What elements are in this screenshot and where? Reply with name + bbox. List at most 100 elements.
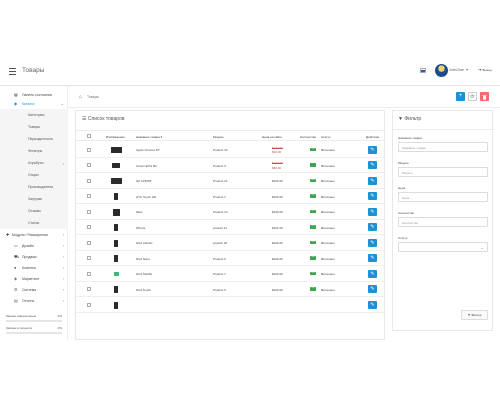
sidebar-item-reports[interactable]: ▤ Отчеты › xyxy=(0,296,68,305)
table-row: iPod Nano Product 9 $100.00 994 Включено ✎ xyxy=(76,251,386,266)
sidebar-subitem-label: Производители xyxy=(28,185,54,189)
sidebar-subitem-label: Периодичность xyxy=(28,137,54,141)
column-name[interactable]: Название товара ▾ xyxy=(136,135,162,139)
user-name[interactable]: John Doe xyxy=(449,68,464,72)
progress-bar xyxy=(6,332,62,334)
filter-status-select[interactable]: ⌄ xyxy=(398,242,488,252)
breadcrumb-item[interactable]: Товары xyxy=(87,95,99,99)
product-list-panel: ☰ Список товаров Изображение Название то… xyxy=(75,110,386,340)
product-name: iPod Touch xyxy=(136,287,151,292)
row-checkbox[interactable] xyxy=(87,287,91,291)
product-price: $100.00 xyxy=(272,194,283,199)
row-checkbox[interactable] xyxy=(87,147,91,152)
stat-percent: 0% xyxy=(57,314,62,318)
pencil-icon: ✎ xyxy=(370,239,375,246)
column-quantity[interactable]: Количество xyxy=(300,135,316,139)
filter-model-input[interactable]: Модель xyxy=(398,167,488,177)
sidebar-subitem-recurring[interactable]: Периодичность xyxy=(0,133,68,145)
sidebar-subitem-downloads[interactable]: Загрузки xyxy=(0,193,68,205)
sidebar-subitem-filters[interactable]: Фильтры xyxy=(0,145,68,157)
stat-orders-complete: Заказы завершенные 0% xyxy=(6,314,62,322)
chevron-down-icon[interactable]: ▾ xyxy=(466,67,468,72)
row-checkbox[interactable] xyxy=(87,302,91,307)
edit-button[interactable]: ✎ xyxy=(368,207,377,216)
quantity-badge: 990 xyxy=(310,147,316,151)
pencil-icon: ✎ xyxy=(370,146,375,153)
avatar[interactable] xyxy=(435,64,448,77)
sidebar-subitem-options[interactable]: Опции xyxy=(0,169,68,181)
table-row: iPod Classic product 20 $100.00 995 Включено… xyxy=(76,235,386,251)
table-row: HTC Touch HD Product 1 $100.00 939 Включено ✎ xyxy=(76,189,386,204)
product-thumbnail xyxy=(110,145,122,155)
pencil-icon: ✎ xyxy=(370,270,375,277)
row-checkbox[interactable] xyxy=(87,194,91,198)
filter-icon: ▼ xyxy=(398,116,403,122)
sidebar-item-marketing[interactable]: ◈ Маркетинг › xyxy=(0,274,68,283)
table-row: iPhone product 11 $101.00 970 Включено ✎ xyxy=(76,220,386,235)
row-checkbox[interactable] xyxy=(87,163,91,167)
product-thumbnail xyxy=(110,285,122,295)
filter-label-name: Название товара xyxy=(398,136,422,140)
edit-button[interactable]: ✎ xyxy=(368,285,377,293)
product-status: Включено xyxy=(321,241,335,245)
sidebar-subitem-attributes[interactable]: Атрибуты › xyxy=(0,157,68,169)
sidebar-subitem-label: Опции xyxy=(28,173,39,177)
edit-button[interactable]: ✎ xyxy=(368,300,377,309)
select-all-checkbox[interactable] xyxy=(87,134,91,138)
sidebar-subitem-products[interactable]: Товары xyxy=(0,121,68,133)
product-model: Product 3 xyxy=(213,163,226,168)
sidebar-item-customers[interactable]: ● Клиенты › xyxy=(0,263,68,272)
product-status: Включено xyxy=(321,256,335,261)
edit-button[interactable]: ✎ xyxy=(368,176,377,185)
add-product-button[interactable]: + xyxy=(456,92,465,101)
pencil-icon: ✎ xyxy=(370,193,375,199)
sidebar-item-sales[interactable]: ⛟ Продажи › xyxy=(0,252,68,261)
edit-button[interactable]: ✎ xyxy=(368,269,377,278)
pencil-icon: ✎ xyxy=(370,224,375,230)
column-model[interactable]: Модель xyxy=(213,135,224,139)
edit-button[interactable]: ✎ xyxy=(368,161,377,169)
edit-button[interactable]: ✎ xyxy=(368,223,377,231)
edit-button[interactable]: ✎ xyxy=(368,145,377,154)
chevron-right-icon: › xyxy=(62,160,64,166)
column-status[interactable]: Статус xyxy=(321,135,330,139)
row-checkbox[interactable] xyxy=(87,256,91,260)
row-checkbox[interactable] xyxy=(87,240,91,245)
chevron-right-icon: › xyxy=(62,298,64,303)
product-status: Включено xyxy=(321,272,335,276)
home-icon[interactable]: ⌂ xyxy=(79,94,82,100)
row-checkbox[interactable] xyxy=(87,271,91,276)
product-thumbnail xyxy=(110,238,122,248)
sidebar-item-extensions[interactable]: ✚ Модули / Расширения › xyxy=(0,230,68,239)
filter-button-label: Фильтр xyxy=(471,313,482,317)
sidebar-item-system[interactable]: ⚙ Система › xyxy=(0,285,68,294)
refresh-button[interactable]: ⟳ xyxy=(468,92,477,101)
menu-toggle-icon[interactable] xyxy=(9,68,16,75)
sidebar-subitem-categories[interactable]: Категории xyxy=(0,109,68,121)
edit-button[interactable]: ✎ xyxy=(368,192,377,200)
sidebar-item-dashboard[interactable]: ▦ Панель состояния xyxy=(0,90,68,99)
filter-quantity-input[interactable]: Количество xyxy=(398,217,488,227)
row-checkbox[interactable] xyxy=(87,209,91,214)
filter-name-input[interactable]: Название товара xyxy=(398,142,488,152)
sidebar-item-design[interactable]: ▭ Дизайн › xyxy=(0,241,68,250)
row-checkbox[interactable] xyxy=(87,178,91,183)
row-checkbox[interactable] xyxy=(87,225,91,229)
stat-percent: 0% xyxy=(57,326,62,330)
list-icon: ☰ xyxy=(82,116,87,122)
filter-price-input[interactable]: Цена xyxy=(398,192,488,202)
edit-button[interactable]: ✎ xyxy=(368,254,377,262)
language-flag-icon[interactable] xyxy=(420,68,426,73)
product-thumbnail xyxy=(110,300,122,310)
sidebar-subitem-articles[interactable]: Статьи xyxy=(0,217,68,229)
logout-link[interactable]: ⇥ Выход xyxy=(478,67,491,72)
edit-button[interactable]: ✎ xyxy=(368,238,377,247)
product-thumbnail xyxy=(110,161,122,171)
sidebar-item-catalog[interactable]: ◆ Каталог ⌄ xyxy=(0,99,68,108)
sidebar-subitem-manufacturers[interactable]: Производители xyxy=(0,181,68,193)
sidebar-subitem-reviews[interactable]: Отзывы xyxy=(0,205,68,217)
delete-button[interactable] xyxy=(480,92,489,101)
page-title: Товары xyxy=(22,67,45,74)
filter-button[interactable]: ▼ Фильтр xyxy=(461,310,488,320)
column-price[interactable]: Цена на сайте xyxy=(262,135,282,139)
